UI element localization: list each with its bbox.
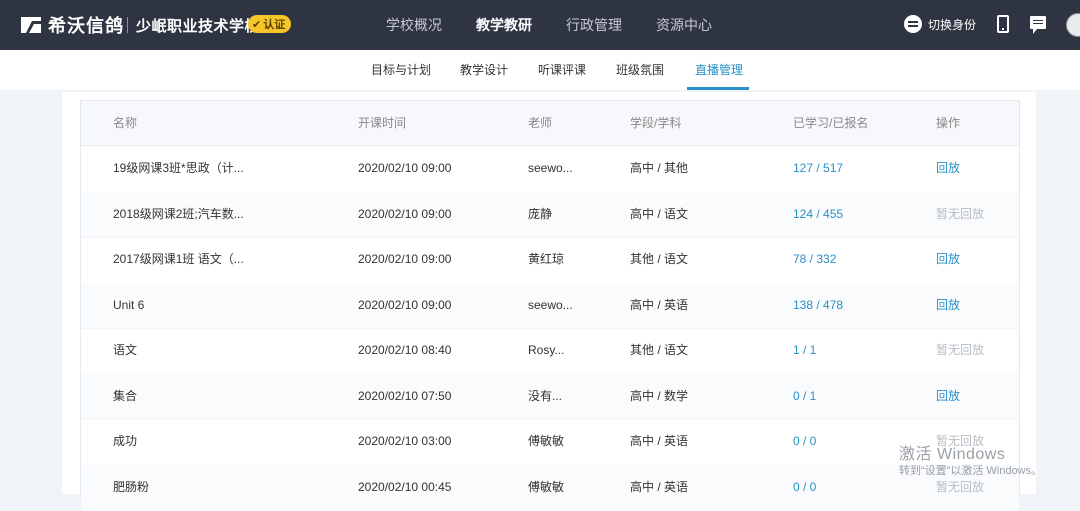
nav-item-resource-center[interactable]: 资源中心 xyxy=(656,0,712,50)
subnav-item-lesson-evaluation[interactable]: 听课评课 xyxy=(538,50,586,90)
cell-start-time: 2020/02/10 03:00 xyxy=(358,419,451,464)
cell-stage-subject: 高中 / 英语 xyxy=(630,465,688,510)
cell-learned-enrolled: 0 / 0 xyxy=(793,465,816,510)
cell-name: Unit 6 xyxy=(113,283,144,328)
nav-item-administration[interactable]: 行政管理 xyxy=(566,0,622,50)
cell-learned-enrolled: 1 / 1 xyxy=(793,328,816,373)
replay-link[interactable]: 回放 xyxy=(936,146,960,191)
cell-stage-subject: 高中 / 英语 xyxy=(630,419,688,464)
column-header-name: 名称 xyxy=(113,101,137,145)
cell-start-time: 2020/02/10 09:00 xyxy=(358,146,451,191)
cell-name: 2018级网课2班;汽车数... xyxy=(113,192,244,237)
content-card: 名称 开课时间 老师 学段/学科 已学习/已报名 操作 19级网课3班*思政（计… xyxy=(62,92,1036,494)
logo-icon xyxy=(20,15,42,35)
header-divider xyxy=(127,17,128,33)
cell-teacher: seewo... xyxy=(528,283,573,328)
no-replay-label: 暂无回放 xyxy=(936,192,984,237)
cell-learned-enrolled: 78 / 332 xyxy=(793,237,836,282)
switch-identity-button[interactable]: 切换身份 xyxy=(904,15,976,33)
table-header: 名称 开课时间 老师 学段/学科 已学习/已报名 操作 xyxy=(81,101,1019,146)
cell-start-time: 2020/02/10 09:00 xyxy=(358,283,451,328)
cell-name: 肥肠粉 xyxy=(113,465,149,510)
cell-start-time: 2020/02/10 09:00 xyxy=(358,192,451,237)
top-bar: 希沃信鸽 少岷职业技术学校 ✔ 认证 学校概况 教学教研 行政管理 资源中心 切… xyxy=(0,0,1080,50)
cell-teacher: seewo... xyxy=(528,146,573,191)
table-row: 2018级网课2班;汽车数... 2020/02/10 09:00 庞静 高中 / 语… xyxy=(81,192,1019,239)
subnav-active-indicator xyxy=(687,87,749,90)
cell-learned-enrolled: 0 / 1 xyxy=(793,374,816,419)
column-header-stage-subject: 学段/学科 xyxy=(630,101,681,145)
column-header-actions: 操作 xyxy=(936,101,960,145)
table-row: 肥肠粉2020/02/10 00:45傅敏敏高中 / 英语0 / 0暂无回放 xyxy=(81,465,1019,511)
watermark-subtitle: 转到“设置”以激活 Windows。 xyxy=(899,462,1042,478)
cell-start-time: 2020/02/10 07:50 xyxy=(358,374,451,419)
cell-name: 语文 xyxy=(113,328,137,373)
cell-start-time: 2020/02/10 00:45 xyxy=(358,465,451,510)
table-row: 19级网课3班*思政（计... 2020/02/10 09:00 seewo... 高… xyxy=(81,146,1019,193)
table-row: 成功2020/02/10 03:00傅敏敏高中 / 英语0 / 0暂无回放 xyxy=(81,419,1019,466)
subnav-item-class-atmosphere[interactable]: 班级氛围 xyxy=(616,50,664,90)
table-row: 语文 2020/02/10 08:40 Rosy... 其他 / 语文 1 / 1 暂无回… xyxy=(81,328,1019,375)
nav-item-teaching-research[interactable]: 教学教研 xyxy=(476,0,532,50)
subnav-item-goals-plans[interactable]: 目标与计划 xyxy=(371,50,431,90)
cell-teacher: 黄红琼 xyxy=(528,237,564,282)
replay-link[interactable]: 回放 xyxy=(936,374,960,419)
sub-nav: 目标与计划 教学设计 听课评课 班级氛围 直播管理 xyxy=(0,50,1080,90)
cell-name: 集合 xyxy=(113,374,137,419)
cell-learned-enrolled: 0 / 0 xyxy=(793,419,816,464)
cell-start-time: 2020/02/10 08:40 xyxy=(358,328,451,373)
table-row: Unit 6 2020/02/10 09:00 seewo... 高中 / 英语 138… xyxy=(81,283,1019,330)
replay-link[interactable]: 回放 xyxy=(936,283,960,328)
cell-teacher: 傅敏敏 xyxy=(528,465,564,510)
app-logo[interactable]: 希沃信鸽 xyxy=(20,14,124,36)
cell-name: 19级网课3班*思政（计... xyxy=(113,146,244,191)
cell-teacher: 没有... xyxy=(528,374,562,419)
cell-teacher: Rosy... xyxy=(528,328,564,373)
subnav-item-live-management[interactable]: 直播管理 xyxy=(695,50,743,90)
cell-name: 成功 xyxy=(113,419,137,464)
cell-teacher: 庞静 xyxy=(528,192,552,237)
nav-item-school-overview[interactable]: 学校概况 xyxy=(386,0,442,50)
subnav-item-teaching-design[interactable]: 教学设计 xyxy=(460,50,508,90)
check-icon: ✔ xyxy=(252,18,261,31)
column-header-teacher: 老师 xyxy=(528,101,552,145)
cell-stage-subject: 高中 / 语文 xyxy=(630,192,688,237)
replay-link[interactable]: 回放 xyxy=(936,237,960,282)
watermark-title: 激活 Windows xyxy=(899,440,1005,464)
cell-learned-enrolled: 127 / 517 xyxy=(793,146,843,191)
logo-text: 希沃信鸽 xyxy=(48,12,124,38)
switch-identity-label: 切换身份 xyxy=(928,16,976,33)
message-icon[interactable] xyxy=(1030,16,1046,29)
cell-stage-subject: 高中 / 数学 xyxy=(630,374,688,419)
table-row: 2017级网课1班 语文（... 2020/02/10 09:00 黄红琼 其他 / … xyxy=(81,237,1019,284)
table-row: 集合 2020/02/10 07:50 没有... 高中 / 数学 0 / 1 回放 xyxy=(81,374,1019,421)
cell-start-time: 2020/02/10 09:00 xyxy=(358,237,451,282)
no-replay-label: 暂无回放 xyxy=(936,328,984,373)
cell-stage-subject: 高中 / 其他 xyxy=(630,146,688,191)
tablet-icon[interactable] xyxy=(997,15,1009,33)
avatar[interactable] xyxy=(1066,13,1080,37)
certified-badge-label: 认证 xyxy=(263,16,285,32)
column-header-start-time: 开课时间 xyxy=(358,101,406,145)
column-header-learned-enrolled: 已学习/已报名 xyxy=(793,101,868,145)
live-course-table: 名称 开课时间 老师 学段/学科 已学习/已报名 操作 19级网课3班*思政（计… xyxy=(80,100,1020,494)
cell-stage-subject: 高中 / 英语 xyxy=(630,283,688,328)
cell-learned-enrolled: 124 / 455 xyxy=(793,192,843,237)
main-nav: 学校概况 教学教研 行政管理 资源中心 xyxy=(386,0,746,50)
cell-stage-subject: 其他 / 语文 xyxy=(630,237,688,282)
cell-stage-subject: 其他 / 语文 xyxy=(630,328,688,373)
certified-badge: ✔ 认证 xyxy=(248,15,291,33)
cell-teacher: 傅敏敏 xyxy=(528,419,564,464)
cell-name: 2017级网课1班 语文（... xyxy=(113,237,244,282)
switch-icon xyxy=(904,15,922,33)
school-name: 少岷职业技术学校 xyxy=(136,15,260,36)
cell-learned-enrolled: 138 / 478 xyxy=(793,283,843,328)
